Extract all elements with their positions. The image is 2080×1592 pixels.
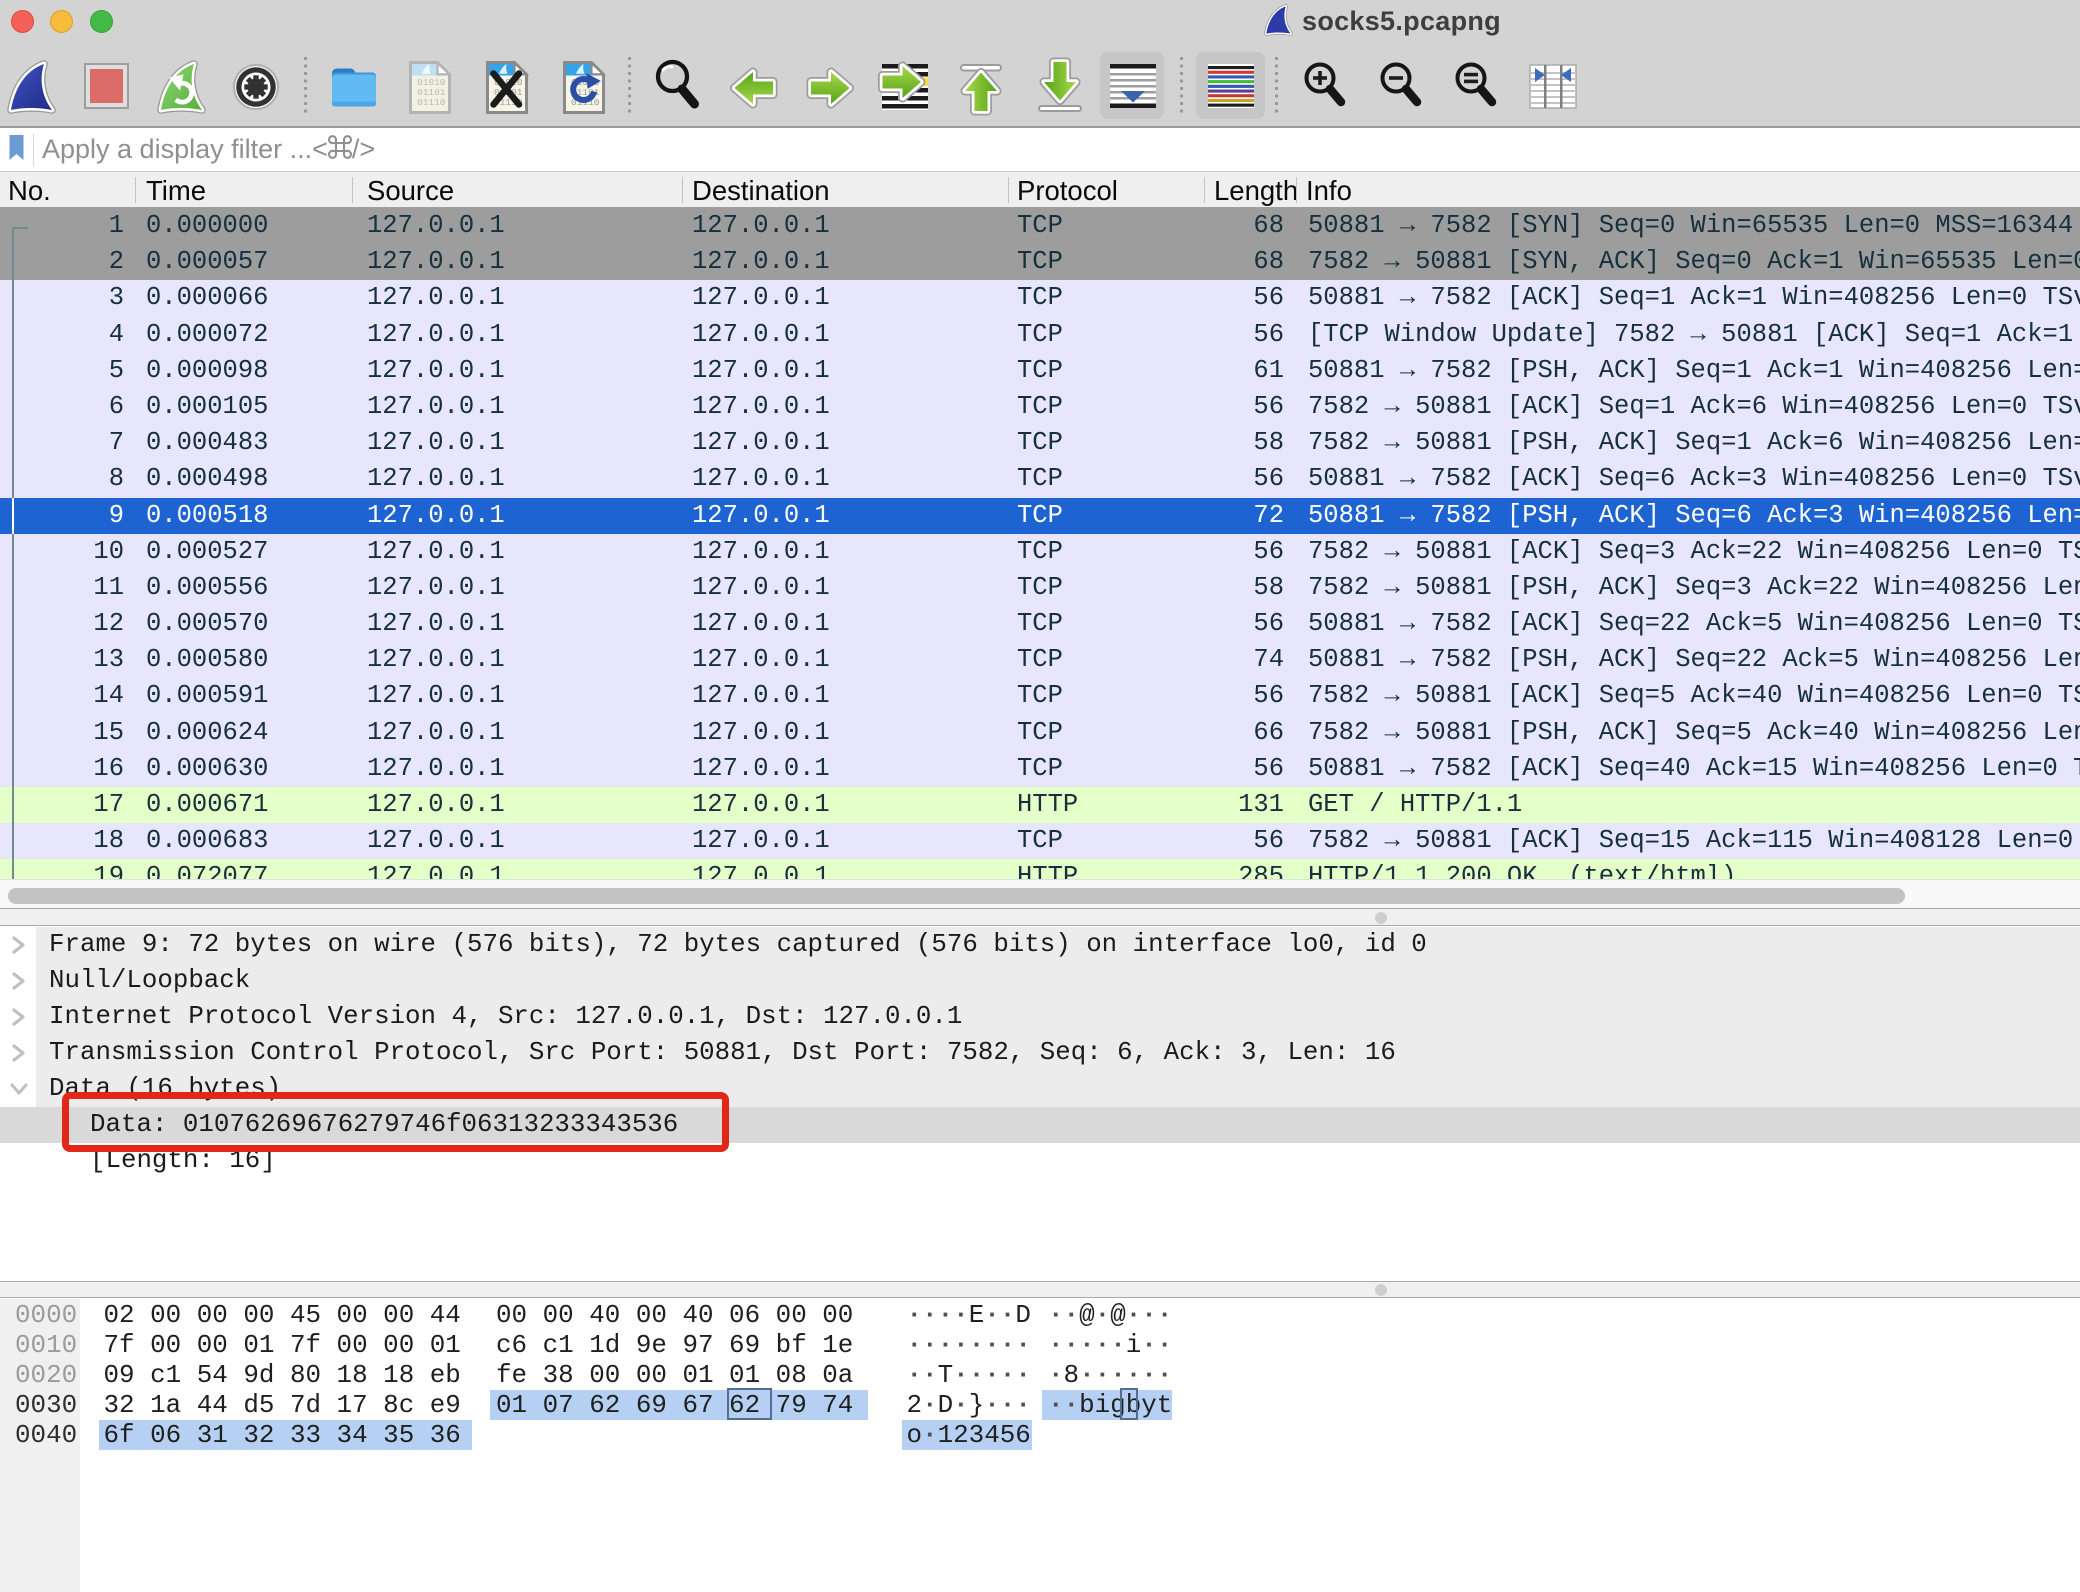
svg-text:01110: 01110 (417, 97, 446, 108)
